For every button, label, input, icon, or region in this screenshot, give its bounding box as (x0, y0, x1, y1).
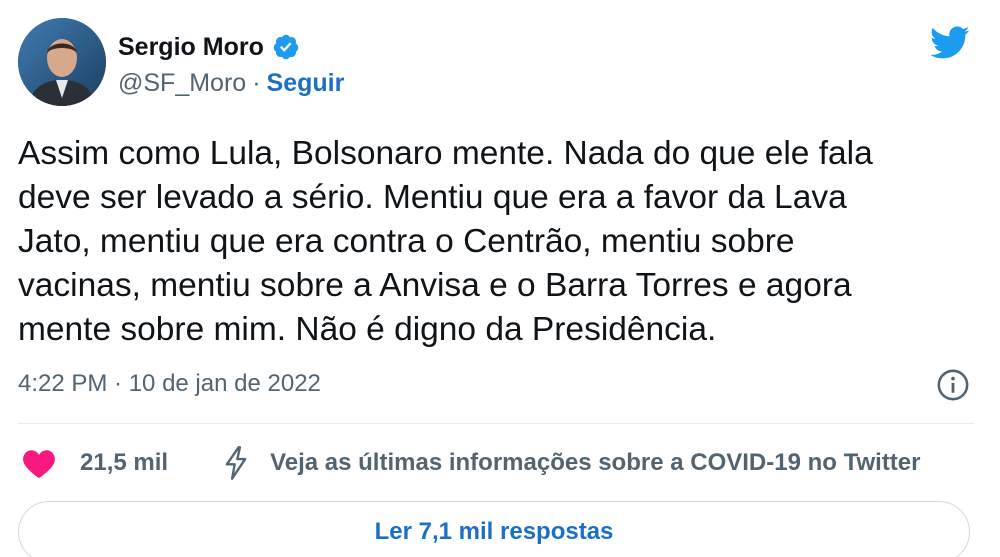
twitter-bird-icon[interactable] (928, 22, 972, 62)
heart-icon[interactable] (22, 447, 56, 479)
tweet-header: Sergio Moro @SF_Moro · Seguir (18, 18, 982, 110)
follow-button[interactable]: Seguir (267, 69, 345, 98)
author-handle[interactable]: @SF_Moro (118, 69, 246, 98)
covid-info-link[interactable]: Veja as últimas informações sobre a COVI… (270, 449, 920, 477)
tweet-timestamp[interactable]: 4:22 PM · 10 de jan de 2022 (18, 370, 321, 398)
handle-row: @SF_Moro · Seguir (118, 64, 344, 102)
verified-badge-icon (273, 34, 299, 60)
read-replies-button[interactable]: Ler 7,1 mil respostas (18, 501, 970, 557)
profile-photo (18, 18, 106, 106)
name-row: Sergio Moro (118, 30, 344, 64)
author-name[interactable]: Sergio Moro (118, 33, 264, 62)
tweet-text: Assim como Lula, Bolsonaro mente. Nada d… (18, 135, 873, 348)
author-block: Sergio Moro @SF_Moro · Seguir (118, 30, 344, 102)
lightning-icon[interactable] (222, 446, 250, 480)
separator: · (252, 68, 261, 97)
like-count[interactable]: 21,5 mil (80, 449, 168, 477)
avatar[interactable] (18, 18, 106, 106)
read-replies-label: Ler 7,1 mil respostas (374, 518, 614, 545)
actions-bar: 21,5 mil Veja as últimas informações sob… (18, 442, 978, 484)
divider (18, 423, 974, 424)
info-icon[interactable] (936, 368, 970, 402)
